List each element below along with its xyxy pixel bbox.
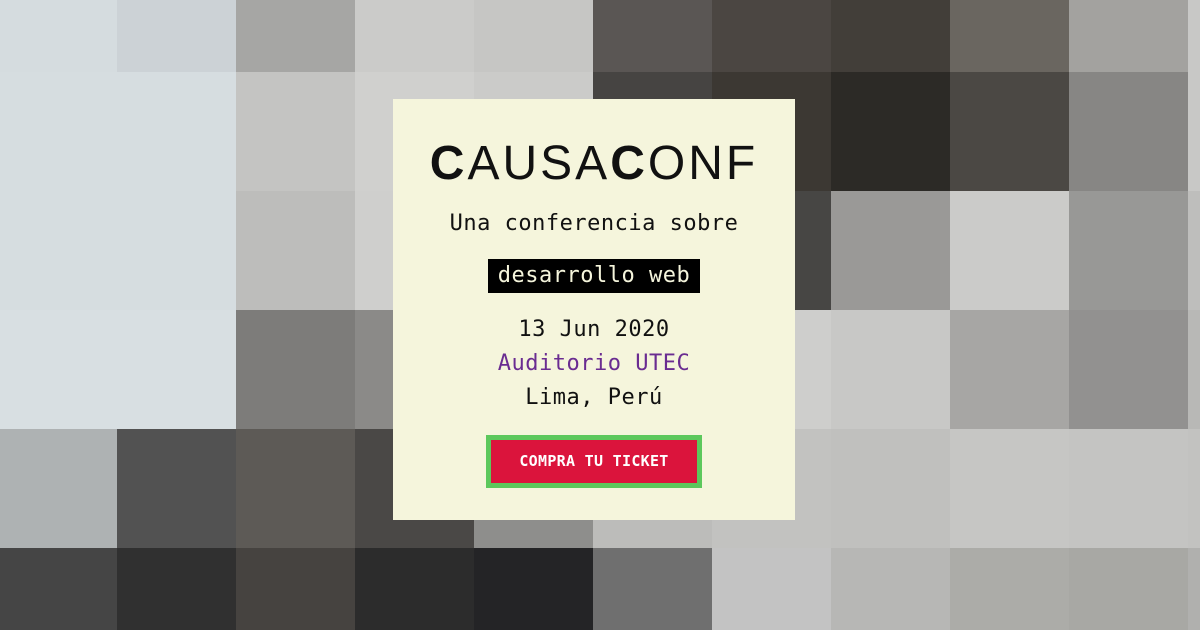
mosaic-tile — [1188, 548, 1200, 630]
mosaic-tile — [1069, 310, 1188, 429]
mosaic-tile — [1069, 429, 1188, 548]
mosaic-tile — [236, 0, 355, 72]
mosaic-tile — [0, 548, 117, 630]
event-city: Lima, Perú — [525, 385, 663, 410]
mosaic-tile — [831, 191, 950, 310]
mosaic-tile — [0, 191, 117, 310]
mosaic-tile — [1188, 429, 1200, 548]
causaconf-logo: CAUSACONF — [393, 137, 795, 187]
mosaic-tile — [831, 548, 950, 630]
mosaic-tile — [236, 191, 355, 310]
mosaic-tile — [593, 0, 712, 72]
logo-letter-c1: C — [430, 137, 468, 187]
mosaic-tile — [474, 0, 593, 72]
mosaic-tile — [117, 429, 236, 548]
svg-text:CAUSACONF: CAUSACONF — [430, 137, 758, 187]
mosaic-tile — [1188, 191, 1200, 310]
mosaic-tile — [950, 548, 1069, 630]
subtitle: Una conferencia sobre — [449, 211, 739, 236]
mosaic-tile — [831, 0, 950, 72]
mosaic-tile — [117, 548, 236, 630]
event-venue: Auditorio UTEC — [497, 351, 691, 376]
mosaic-tile — [1069, 548, 1188, 630]
mosaic-tile — [0, 310, 117, 429]
logo-letters-ausa: AUSA — [467, 137, 610, 187]
mosaic-tile — [950, 429, 1069, 548]
mosaic-tile — [117, 0, 236, 72]
mosaic-tile — [1188, 0, 1200, 72]
mosaic-tile — [831, 72, 950, 191]
mosaic-tile — [950, 310, 1069, 429]
event-card: CAUSACONF Una conferencia sobre desarrol… — [393, 99, 795, 520]
mosaic-tile — [831, 310, 950, 429]
mosaic-tile — [0, 72, 117, 191]
logo-letters-onf: ONF — [648, 137, 758, 187]
mosaic-tile — [1188, 72, 1200, 191]
topic-highlight: desarrollo web — [487, 259, 701, 293]
mosaic-tile — [712, 0, 831, 72]
mosaic-tile — [355, 0, 474, 72]
mosaic-tile — [117, 72, 236, 191]
mosaic-tile — [0, 0, 117, 72]
mosaic-tile — [950, 191, 1069, 310]
mosaic-tile — [117, 191, 236, 310]
mosaic-tile — [831, 429, 950, 548]
mosaic-tile — [1069, 191, 1188, 310]
mosaic-tile — [1069, 72, 1188, 191]
mosaic-tile — [474, 548, 593, 630]
mosaic-tile — [236, 548, 355, 630]
mosaic-tile — [236, 310, 355, 429]
event-date: 13 Jun 2020 — [518, 317, 670, 342]
mosaic-tile — [593, 548, 712, 630]
mosaic-tile — [355, 548, 474, 630]
mosaic-tile — [950, 0, 1069, 72]
mosaic-tile — [0, 429, 117, 548]
mosaic-tile — [117, 310, 236, 429]
buy-ticket-button[interactable]: COMPRA TU TICKET — [486, 435, 702, 488]
logo-letter-c2: C — [610, 137, 648, 187]
mosaic-tile — [1188, 310, 1200, 429]
mosaic-tile — [236, 72, 355, 191]
mosaic-tile — [950, 72, 1069, 191]
mosaic-tile — [1069, 0, 1188, 72]
mosaic-tile — [236, 429, 355, 548]
mosaic-tile — [712, 548, 831, 630]
